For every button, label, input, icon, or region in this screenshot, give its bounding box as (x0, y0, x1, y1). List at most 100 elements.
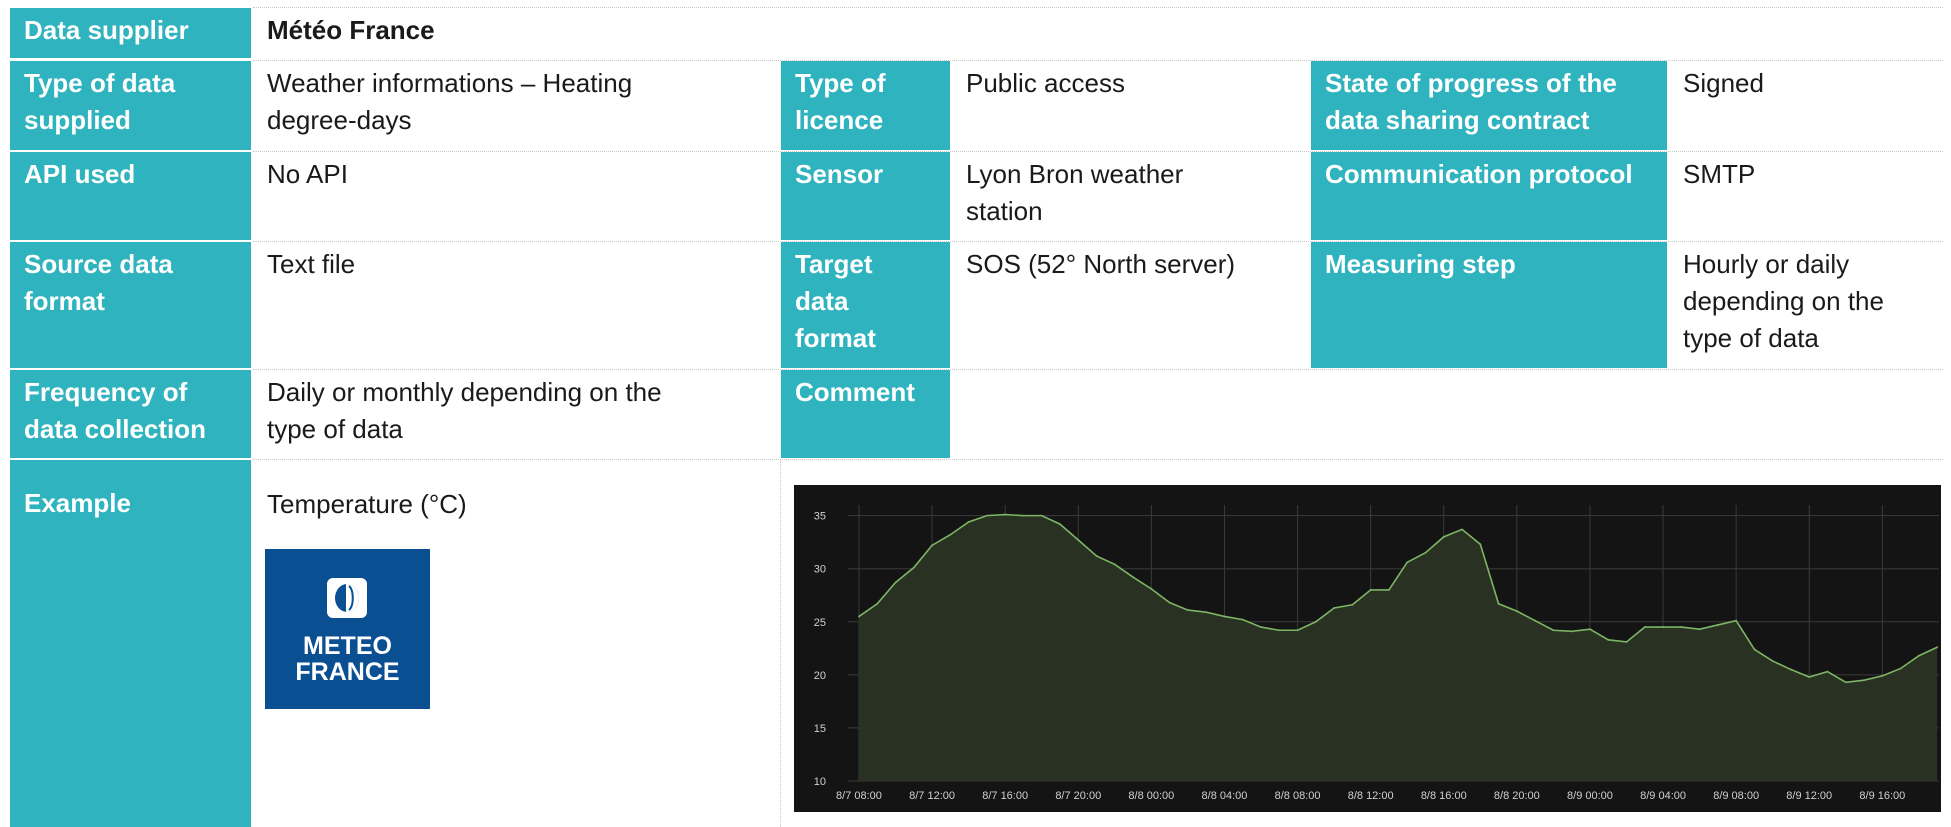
y-tick-label: 30 (814, 564, 826, 576)
data-point (1388, 589, 1390, 591)
data-point (1278, 629, 1281, 632)
data-point (931, 544, 933, 547)
data-point (1150, 587, 1153, 590)
logo-line-1: METEO (303, 632, 392, 660)
data-point (1844, 681, 1847, 684)
source-format-value: Text file (253, 242, 779, 368)
data-point (1936, 646, 1939, 649)
data-point (1406, 561, 1409, 564)
data-point (1680, 626, 1683, 628)
data-point (1570, 630, 1573, 633)
type-of-data-label: Type of data supplied (10, 61, 251, 150)
data-point (1716, 624, 1719, 626)
protocol-label: Communication protocol (1311, 152, 1667, 240)
x-tick-label: 8/8 00:00 (1128, 790, 1174, 802)
data-point (1863, 679, 1865, 682)
grid-line (253, 151, 1943, 152)
meteo-france-emblem-icon (327, 578, 367, 618)
series-area (858, 514, 1938, 781)
data-point (1662, 626, 1664, 628)
grid-line (253, 7, 1943, 8)
data-point (1589, 628, 1591, 631)
frequency-value: Daily or monthly depending on the type o… (253, 370, 779, 458)
api-used-value: No API (253, 152, 779, 240)
data-point (1351, 603, 1354, 606)
contract-state-label: State of progress of the data sharing co… (1311, 61, 1667, 150)
data-point (1771, 660, 1774, 662)
data-supplier-value: Météo France (253, 8, 1943, 58)
data-point (1205, 611, 1208, 614)
x-tick-label: 8/9 04:00 (1640, 790, 1686, 802)
x-tick-label: 8/9 12:00 (1786, 790, 1832, 802)
x-tick-label: 8/8 12:00 (1348, 790, 1394, 802)
comment-value (952, 370, 1943, 458)
comment-label: Comment (781, 370, 950, 458)
data-supplier-label: Data supplier (10, 8, 251, 58)
grid-line (780, 459, 781, 827)
data-point (876, 602, 879, 605)
grid-line (253, 369, 1943, 370)
grid-line (253, 60, 1943, 61)
data-point (1607, 638, 1610, 641)
data-sheet-table: Data supplier Météo France Type of data … (0, 0, 1951, 827)
x-tick-label: 8/8 08:00 (1275, 790, 1321, 802)
temperature-chart: 10 15 20 25 30 35 8/7 08:00 8/7 12:00 8/7 16:00 8… (794, 485, 1941, 812)
data-point (1333, 607, 1336, 609)
data-point (1077, 539, 1080, 541)
data-point (1059, 523, 1061, 526)
y-tick-label: 15 (814, 723, 826, 735)
data-point (1790, 668, 1792, 671)
logo-line-2: FRANCE (295, 658, 400, 686)
temperature-chart-svg: 10 15 20 25 30 35 8/7 08:00 8/7 12:00 8/7 16:00 8… (814, 505, 1939, 802)
data-point (1461, 528, 1463, 531)
data-point (1917, 654, 1920, 657)
data-point (1260, 626, 1262, 628)
target-format-label: Target data format (781, 242, 950, 368)
grid-line (253, 459, 1943, 460)
data-point (967, 521, 970, 523)
contract-state-value: Signed (1669, 61, 1943, 150)
y-tick-label: 20 (814, 670, 826, 682)
data-point (1497, 602, 1500, 605)
data-point (1314, 620, 1317, 623)
type-of-licence-value: Public access (952, 61, 1309, 150)
measuring-step-label: Measuring step (1311, 242, 1667, 368)
api-used-label: API used (10, 152, 251, 240)
data-point (1753, 648, 1756, 651)
data-point (1698, 628, 1701, 631)
data-point (1625, 641, 1628, 643)
data-point (1040, 514, 1043, 517)
meteo-france-logo: METEO FRANCE (265, 549, 430, 709)
y-tick-label: 25 (814, 617, 826, 629)
example-caption: Temperature (°C) (253, 460, 779, 520)
data-point (949, 533, 952, 536)
data-point (1113, 563, 1116, 566)
data-point (1241, 618, 1244, 621)
grid-line (253, 241, 1943, 242)
measuring-step-value: Hourly or daily depending on the type of… (1669, 242, 1943, 368)
type-of-data-value: Weather informations – Heating degree-da… (253, 61, 779, 150)
frequency-label: Frequency of data collection (10, 370, 251, 458)
data-point (1187, 609, 1189, 611)
data-point (1515, 610, 1518, 613)
example-label: Example (10, 460, 251, 827)
x-tick-label: 8/8 04:00 (1202, 790, 1248, 802)
data-point (1168, 601, 1171, 604)
x-tick-label: 8/9 00:00 (1567, 790, 1613, 802)
protocol-value: SMTP (1669, 152, 1943, 240)
data-point (1022, 514, 1025, 517)
data-point (1552, 629, 1555, 632)
data-point (1479, 543, 1482, 546)
data-point (1808, 676, 1811, 678)
data-point (894, 581, 897, 584)
data-point (1534, 619, 1537, 622)
data-point (1424, 551, 1427, 554)
data-point (1442, 535, 1445, 538)
data-point (1643, 626, 1646, 628)
x-tick-label: 8/7 08:00 (836, 790, 882, 802)
data-point (1881, 675, 1884, 677)
x-tick-label: 8/8 20:00 (1494, 790, 1540, 802)
x-tick-label: 8/7 12:00 (909, 790, 955, 802)
data-point (912, 566, 915, 569)
sensor-value: Lyon Bron weather station (952, 152, 1309, 240)
